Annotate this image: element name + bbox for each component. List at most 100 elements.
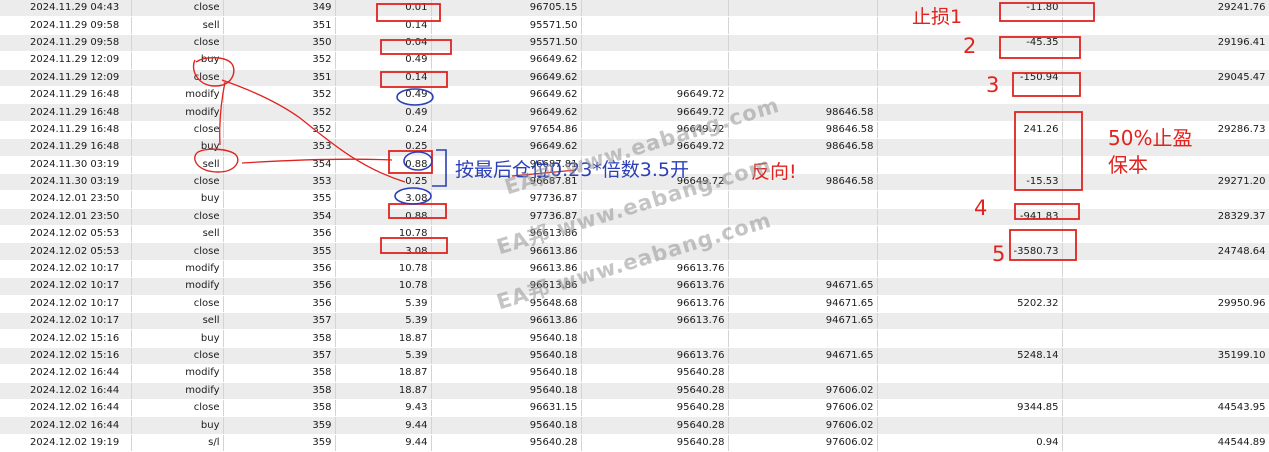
order-cell: 355 <box>223 190 336 209</box>
time-cell: 2024.11.29 09:58 <box>0 34 132 53</box>
type-cell: close <box>131 173 224 192</box>
balance-cell <box>1062 16 1269 35</box>
time-cell: 2024.11.29 16:48 <box>0 103 132 122</box>
tp-cell: 97606.02 <box>728 399 878 418</box>
balance-cell: 35199.10 <box>1062 347 1269 366</box>
volume-cell: 18.87 <box>335 329 432 348</box>
type-cell: modify <box>131 103 224 122</box>
order-cell: 358 <box>223 399 336 418</box>
tp-cell <box>728 0 878 18</box>
tp-cell: 97606.02 <box>728 382 878 400</box>
balance-cell <box>1062 277 1269 296</box>
price-cell: 95640.18 <box>431 347 582 366</box>
order-cell: 354 <box>223 156 336 174</box>
type-cell: buy <box>131 329 224 348</box>
balance-cell <box>1062 382 1269 400</box>
type-cell: modify <box>131 260 224 279</box>
order-cell: 355 <box>223 242 336 261</box>
time-cell: 2024.12.02 16:44 <box>0 382 132 400</box>
volume-cell: 10.78 <box>335 260 432 279</box>
volume-cell: 0.14 <box>335 69 432 87</box>
profit-cell <box>877 190 1063 209</box>
tp-cell: 97606.02 <box>728 434 878 452</box>
type-cell: s/l <box>131 434 224 452</box>
table-row[interactable]: 2024.12.02 16:44 close 358 9.43 96631.15 9564… <box>0 399 1269 418</box>
tp-cell <box>728 51 878 70</box>
price-cell: 96649.62 <box>431 51 582 70</box>
table-row[interactable]: 2024.12.02 16:44 buy 359 9.44 95640.18 95640.… <box>0 416 1269 435</box>
price-cell: 95640.18 <box>431 416 582 435</box>
table-row[interactable]: 2024.11.29 12:09 close 351 0.14 96649.62 -150… <box>0 69 1269 87</box>
profit-cell <box>877 364 1063 383</box>
volume-cell: 0.49 <box>335 86 432 105</box>
order-cell: 359 <box>223 434 336 452</box>
table-row[interactable]: 2024.11.29 09:58 sell 351 0.14 95571.50 <box>0 16 1269 35</box>
order-cell: 359 <box>223 416 336 435</box>
volume-cell: 10.78 <box>335 277 432 296</box>
type-cell: sell <box>131 225 224 244</box>
time-cell: 2024.11.29 16:48 <box>0 138 132 157</box>
price-cell: 95640.18 <box>431 382 582 400</box>
type-cell: close <box>131 0 224 18</box>
order-cell: 351 <box>223 69 336 87</box>
price-cell: 95571.50 <box>431 34 582 53</box>
profit-cell <box>877 225 1063 244</box>
profit-cell <box>877 156 1063 174</box>
order-cell: 356 <box>223 295 336 314</box>
table-row[interactable]: 2024.11.29 16:48 modify 352 0.49 96649.62 966… <box>0 103 1269 122</box>
order-cell: 356 <box>223 225 336 244</box>
profit-cell <box>877 312 1063 331</box>
table-row[interactable]: 2024.12.02 16:44 modify 358 18.87 95640.18 95… <box>0 364 1269 383</box>
sl-cell <box>581 69 729 87</box>
table-row[interactable]: 2024.12.02 19:19 s/l 359 9.44 95640.28 95640.… <box>0 434 1269 452</box>
table-row[interactable]: 2024.11.29 09:58 close 350 0.04 95571.50 -45.… <box>0 34 1269 53</box>
type-cell: buy <box>131 51 224 70</box>
balance-cell: 29045.47 <box>1062 69 1269 87</box>
sl-cell <box>581 16 729 35</box>
time-cell: 2024.12.02 10:17 <box>0 312 132 331</box>
table-row[interactable]: 2024.12.02 16:44 modify 358 18.87 95640.18 95… <box>0 382 1269 400</box>
type-cell: close <box>131 347 224 366</box>
table-row[interactable]: 2024.12.02 05:53 sell 356 10.78 96613.86 <box>0 225 1269 244</box>
profit-cell: 9344.85 <box>877 399 1063 418</box>
balance-cell <box>1062 51 1269 70</box>
table-row[interactable]: 2024.12.02 10:17 modify 356 10.78 96613.86 96… <box>0 277 1269 296</box>
volume-cell: 10.78 <box>335 225 432 244</box>
profit-cell <box>877 16 1063 35</box>
time-cell: 2024.12.01 23:50 <box>0 208 132 227</box>
price-cell: 96649.62 <box>431 69 582 87</box>
profit-cell <box>877 86 1063 105</box>
balance-cell: 44544.89 <box>1062 434 1269 452</box>
table-row[interactable]: 2024.11.29 12:09 buy 352 0.49 96649.62 <box>0 51 1269 70</box>
tp-cell: 94671.65 <box>728 312 878 331</box>
volume-cell: 3.08 <box>335 190 432 209</box>
volume-cell: 0.49 <box>335 51 432 70</box>
sl-cell <box>581 0 729 18</box>
type-cell: buy <box>131 138 224 157</box>
profit-cell: -3580.73 <box>877 242 1063 261</box>
balance-cell: 29286.73 <box>1062 121 1269 140</box>
balance-cell <box>1062 138 1269 157</box>
table-row[interactable]: 2024.11.29 04:43 close 349 0.01 96705.15 -11.… <box>0 0 1269 18</box>
table-row[interactable]: 2024.12.02 10:17 close 356 5.39 95648.68 9661… <box>0 295 1269 314</box>
volume-cell: 0.01 <box>335 0 432 18</box>
time-cell: 2024.11.29 09:58 <box>0 16 132 35</box>
profit-cell <box>877 103 1063 122</box>
sl-cell: 95640.28 <box>581 382 729 400</box>
tp-cell <box>728 69 878 87</box>
balance-cell: 44543.95 <box>1062 399 1269 418</box>
table-row[interactable]: 2024.11.29 16:48 modify 352 0.49 96649.62 966… <box>0 86 1269 105</box>
balance-cell <box>1062 190 1269 209</box>
table-row[interactable]: 2024.12.02 15:16 close 357 5.39 95640.18 9661… <box>0 347 1269 366</box>
table-row[interactable]: 2024.12.02 10:17 sell 357 5.39 96613.86 96613… <box>0 312 1269 331</box>
order-cell: 352 <box>223 121 336 140</box>
type-cell: sell <box>131 16 224 35</box>
balance-cell <box>1062 156 1269 174</box>
table-row[interactable]: 2024.12.02 15:16 buy 358 18.87 95640.18 <box>0 329 1269 348</box>
price-cell: 96649.62 <box>431 103 582 122</box>
order-cell: 350 <box>223 34 336 53</box>
time-cell: 2024.11.29 16:48 <box>0 86 132 105</box>
type-cell: close <box>131 34 224 53</box>
profit-cell <box>877 382 1063 400</box>
type-cell: close <box>131 69 224 87</box>
